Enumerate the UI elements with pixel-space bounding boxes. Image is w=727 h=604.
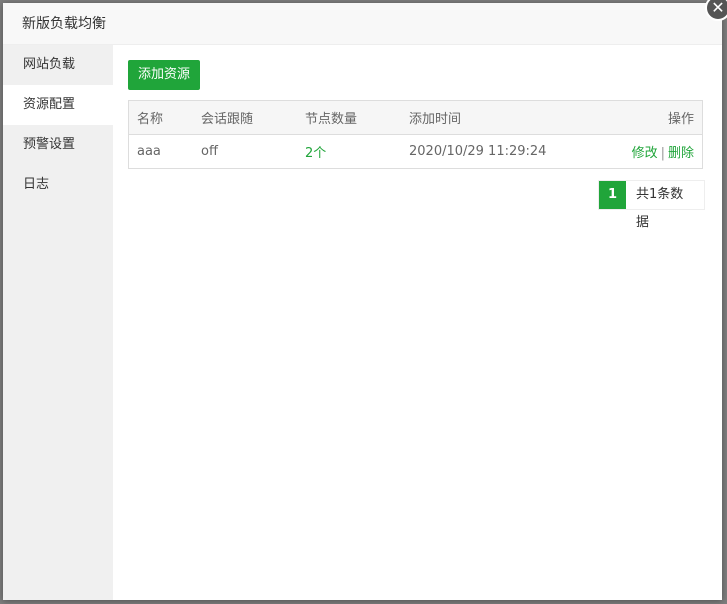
- load-balance-dialog: 新版负载均衡 ✕ 网站负载 资源配置 预警设置 日志 添加资源 名称 会话跟随 …: [3, 0, 727, 600]
- edit-link[interactable]: 修改: [632, 146, 658, 161]
- cell-session: off: [201, 144, 218, 159]
- sidebar-item-resource-config[interactable]: 资源配置: [3, 85, 113, 125]
- sidebar-item-label: 资源配置: [23, 97, 76, 112]
- column-header-time: 添加时间: [401, 100, 597, 135]
- sidebar-item-site-load[interactable]: 网站负载: [3, 45, 113, 85]
- cell-nodes[interactable]: 2个: [297, 135, 401, 169]
- cell-name: aaa: [137, 144, 161, 159]
- column-header-actions: 操作: [597, 100, 703, 135]
- page-current[interactable]: 1: [599, 181, 626, 209]
- sidebar-item-label: 预警设置: [23, 137, 76, 152]
- column-header-nodes: 节点数量: [297, 100, 401, 135]
- table-row: aaa off 2个 2020/10/29 11:29:24 修改 | 删除: [129, 135, 703, 169]
- sidebar-item-label: 网站负载: [23, 57, 76, 72]
- add-resource-button[interactable]: 添加资源: [128, 60, 201, 90]
- sidebar-item-label: 日志: [23, 177, 50, 192]
- table-header-row: 名称 会话跟随 节点数量 添加时间 操作: [128, 100, 703, 135]
- delete-link[interactable]: 删除: [668, 146, 694, 161]
- resource-table: 名称 会话跟随 节点数量 添加时间 操作 aaa off 2个 2020/10/…: [128, 100, 703, 169]
- column-header-name: 名称: [128, 100, 193, 135]
- sidebar: 网站负载 资源配置 预警设置 日志: [3, 45, 113, 600]
- pagination: 1 共1条数据: [598, 180, 705, 230]
- cell-time: 2020/10/29 11:29:24: [409, 144, 547, 159]
- main-content: 添加资源 名称 会话跟随 节点数量 添加时间 操作 aaa off 2个 202…: [128, 60, 705, 230]
- dialog-title: 新版负载均衡: [22, 16, 106, 32]
- sidebar-item-logs[interactable]: 日志: [3, 165, 113, 205]
- cell-actions: 修改 | 删除: [597, 135, 703, 169]
- dialog-header: 新版负载均衡: [3, 3, 722, 45]
- column-header-session: 会话跟随: [193, 100, 297, 135]
- sidebar-item-alert-settings[interactable]: 预警设置: [3, 125, 113, 165]
- page-total: 共1条数据: [635, 187, 684, 230]
- action-separator: |: [660, 146, 665, 161]
